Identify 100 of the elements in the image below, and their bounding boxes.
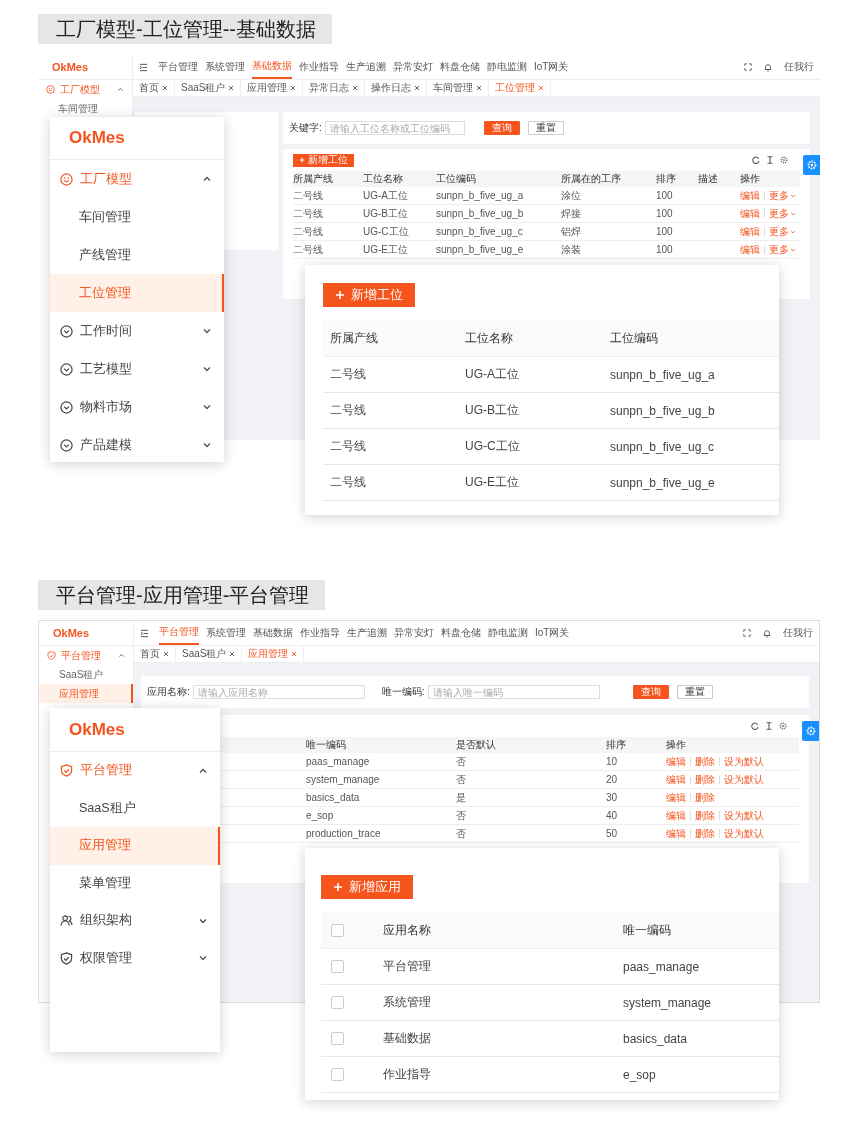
nav-tab[interactable]: IoT网关: [535, 621, 570, 645]
more-dropdown[interactable]: 更多: [764, 191, 800, 200]
close-icon[interactable]: [352, 85, 359, 91]
menu-group[interactable]: 工艺模型: [50, 350, 224, 388]
menu-icon[interactable]: [139, 62, 148, 72]
close-icon[interactable]: [291, 651, 298, 657]
close-icon[interactable]: [414, 85, 421, 91]
page-tab[interactable]: 车间管理: [427, 80, 490, 96]
column-height-icon[interactable]: [766, 156, 774, 164]
nav-tab[interactable]: 基础数据: [253, 621, 293, 645]
action-link[interactable]: 删除: [690, 829, 719, 838]
add-button[interactable]: 新增应用: [321, 875, 413, 899]
nav-tab[interactable]: 静电监测: [488, 621, 528, 645]
fullscreen-icon[interactable]: [743, 629, 751, 637]
settings-icon[interactable]: [779, 722, 787, 730]
nav-tab[interactable]: 料盘仓储: [441, 621, 481, 645]
reset-button[interactable]: 重置: [527, 121, 564, 135]
menu-group[interactable]: 工作时间: [50, 312, 224, 350]
close-icon[interactable]: [228, 85, 235, 91]
action-link[interactable]: 删除: [690, 811, 719, 820]
action-link[interactable]: 删除: [690, 775, 719, 784]
page-tab[interactable]: 操作日志: [365, 80, 428, 96]
action-link[interactable]: 设为默认: [719, 829, 768, 838]
menu-group[interactable]: 组织架构: [50, 902, 220, 940]
action-link[interactable]: 编辑: [740, 227, 764, 236]
nav-tab[interactable]: 静电监测: [487, 55, 527, 79]
nav-tab[interactable]: 料盘仓储: [440, 55, 480, 79]
menu-group[interactable]: 平台管理: [39, 646, 133, 665]
action-link[interactable]: 编辑: [740, 245, 764, 254]
reset-button[interactable]: 重置: [676, 685, 713, 699]
more-dropdown[interactable]: 更多: [764, 245, 800, 254]
action-link[interactable]: 设为默认: [719, 811, 768, 820]
action-link[interactable]: 编辑: [666, 811, 690, 820]
nav-tab[interactable]: 生产追溯: [346, 55, 386, 79]
query-button[interactable]: 查询: [483, 121, 520, 135]
user-name[interactable]: 任我行: [783, 626, 813, 640]
action-link[interactable]: 编辑: [666, 757, 690, 766]
fullscreen-icon[interactable]: [744, 63, 752, 71]
refresh-icon[interactable]: [751, 722, 759, 730]
nav-tab[interactable]: 平台管理: [159, 621, 199, 645]
menu-group[interactable]: 产品建模: [50, 426, 224, 462]
action-link[interactable]: 编辑: [666, 775, 690, 784]
user-name[interactable]: 任我行: [784, 60, 814, 74]
page-tab[interactable]: 应用管理: [242, 646, 305, 662]
close-icon[interactable]: [538, 85, 545, 91]
more-dropdown[interactable]: 更多: [764, 209, 800, 218]
nav-tab[interactable]: 平台管理: [158, 55, 198, 79]
checkbox[interactable]: [331, 923, 344, 937]
settings-icon[interactable]: [780, 156, 788, 164]
nav-tab[interactable]: 异常安灯: [394, 621, 434, 645]
close-icon[interactable]: [162, 85, 168, 91]
close-icon[interactable]: [229, 651, 236, 657]
checkbox[interactable]: [331, 1032, 344, 1045]
menu-item[interactable]: 产线管理: [50, 236, 224, 274]
menu-item[interactable]: 菜单管理: [50, 864, 220, 902]
page-tab[interactable]: SaaS租户: [175, 80, 242, 96]
page-tab[interactable]: 首页: [134, 646, 176, 662]
page-tab[interactable]: 工位管理: [489, 80, 552, 96]
close-icon[interactable]: [163, 651, 169, 657]
add-button[interactable]: 新增工位: [323, 283, 415, 307]
page-tab[interactable]: 首页: [133, 80, 175, 96]
search-field[interactable]: 请输入唯一编码: [427, 685, 600, 699]
add-button[interactable]: 新增工位: [293, 153, 354, 167]
menu-item[interactable]: 车间管理: [50, 198, 224, 236]
menu-item[interactable]: SaaS租户: [39, 665, 133, 684]
nav-tab[interactable]: IoT网关: [534, 55, 569, 79]
close-icon[interactable]: [476, 85, 483, 91]
refresh-icon[interactable]: [752, 156, 760, 164]
action-link[interactable]: 编辑: [740, 209, 764, 218]
action-link[interactable]: 删除: [690, 793, 719, 802]
checkbox[interactable]: [331, 996, 344, 1009]
settings-button[interactable]: [802, 721, 819, 741]
menu-group[interactable]: 物料市场: [50, 388, 224, 426]
menu-group[interactable]: 工厂模型: [50, 160, 224, 198]
action-link[interactable]: 编辑: [666, 829, 690, 838]
menu-group[interactable]: 工厂模型: [38, 80, 132, 99]
nav-tab[interactable]: 异常安灯: [393, 55, 433, 79]
nav-tab[interactable]: 系统管理: [205, 55, 245, 79]
checkbox[interactable]: [331, 960, 344, 973]
menu-group[interactable]: 权限管理: [50, 939, 220, 977]
search-field[interactable]: 请输入应用名称: [192, 685, 365, 699]
bell-icon[interactable]: [763, 628, 771, 638]
column-height-icon[interactable]: [765, 722, 773, 730]
query-button[interactable]: 查询: [632, 685, 669, 699]
search-field[interactable]: 请输入工位名称或工位编码: [324, 121, 465, 135]
page-tab[interactable]: SaaS租户: [176, 646, 243, 662]
menu-item[interactable]: SaaS租户: [50, 789, 220, 827]
menu-icon[interactable]: [140, 628, 149, 638]
action-link[interactable]: 设为默认: [719, 757, 768, 766]
action-link[interactable]: 编辑: [666, 793, 690, 802]
nav-tab[interactable]: 作业指导: [300, 621, 340, 645]
nav-tab[interactable]: 生产追溯: [347, 621, 387, 645]
checkbox[interactable]: [331, 1068, 344, 1081]
action-link[interactable]: 设为默认: [719, 775, 768, 784]
action-link[interactable]: 编辑: [740, 191, 764, 200]
nav-tab[interactable]: 基础数据: [252, 55, 292, 79]
more-dropdown[interactable]: 更多: [764, 227, 800, 236]
bell-icon[interactable]: [764, 62, 772, 72]
menu-group[interactable]: 平台管理: [50, 752, 220, 790]
close-icon[interactable]: [290, 85, 297, 91]
